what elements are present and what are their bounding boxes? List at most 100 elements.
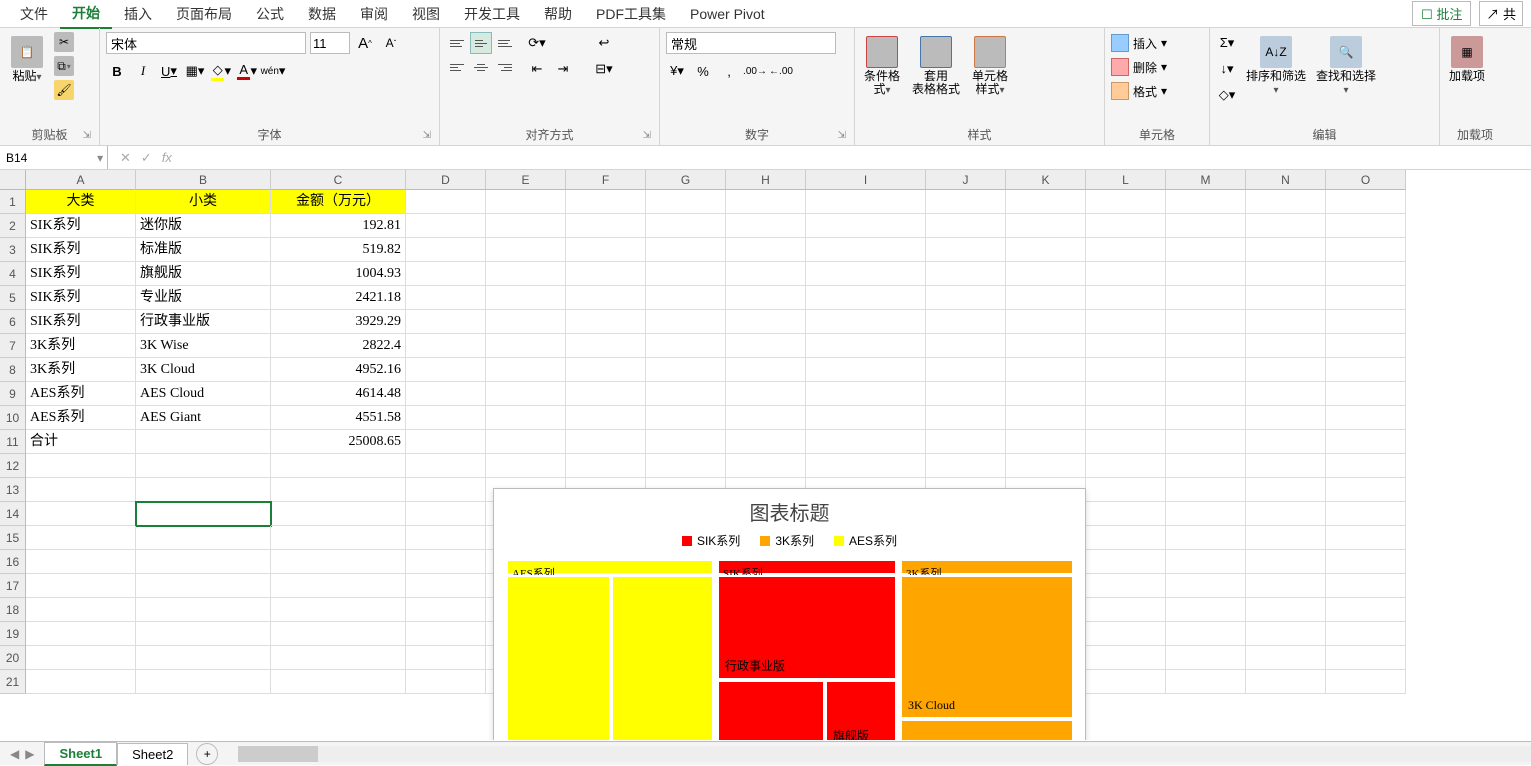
cell-O11[interactable] <box>1326 430 1406 454</box>
scrollbar-thumb[interactable] <box>238 746 318 762</box>
format-painter-button[interactable]: 🖌 <box>54 80 74 100</box>
cell-J1[interactable] <box>926 190 1006 214</box>
cell-L18[interactable] <box>1086 598 1166 622</box>
cell-N21[interactable] <box>1246 670 1326 694</box>
row-header-5[interactable]: 5 <box>0 286 26 310</box>
cell-N6[interactable] <box>1246 310 1326 334</box>
addins-button[interactable]: ▦加载项 <box>1446 32 1488 87</box>
sort-filter-button[interactable]: A↓Z排序和筛选 <box>1244 32 1308 100</box>
cell-B4[interactable]: 旗舰版 <box>136 262 271 286</box>
treemap-chart[interactable]: 图表标题 SIK系列 3K系列 AES系列 AES系列 AES Cloud AE… <box>493 488 1086 740</box>
col-header-L[interactable]: L <box>1086 170 1166 190</box>
cell-N20[interactable] <box>1246 646 1326 670</box>
cell-O5[interactable] <box>1326 286 1406 310</box>
cell-M19[interactable] <box>1166 622 1246 646</box>
cell-C9[interactable]: 4614.48 <box>271 382 406 406</box>
cell-C11[interactable]: 25008.65 <box>271 430 406 454</box>
cell-A18[interactable] <box>26 598 136 622</box>
cell-B12[interactable] <box>136 454 271 478</box>
cell-L2[interactable] <box>1086 214 1166 238</box>
cell-N1[interactable] <box>1246 190 1326 214</box>
cell-I9[interactable] <box>806 382 926 406</box>
cell-E3[interactable] <box>486 238 566 262</box>
underline-button[interactable]: U▾ <box>158 60 180 82</box>
cell-O13[interactable] <box>1326 478 1406 502</box>
col-header-H[interactable]: H <box>726 170 806 190</box>
sheet-nav-prev[interactable]: ◀ <box>10 747 19 761</box>
tab-insert[interactable]: 插入 <box>112 0 164 28</box>
cell-D20[interactable] <box>406 646 486 670</box>
cell-G11[interactable] <box>646 430 726 454</box>
increase-indent-button[interactable]: ⇥ <box>552 58 574 80</box>
cell-C15[interactable] <box>271 526 406 550</box>
cell-L12[interactable] <box>1086 454 1166 478</box>
cell-M15[interactable] <box>1166 526 1246 550</box>
cell-C4[interactable]: 1004.93 <box>271 262 406 286</box>
cell-O18[interactable] <box>1326 598 1406 622</box>
cell-M16[interactable] <box>1166 550 1246 574</box>
cell-I6[interactable] <box>806 310 926 334</box>
cell-I1[interactable] <box>806 190 926 214</box>
tab-pdf[interactable]: PDF工具集 <box>584 0 678 28</box>
cell-K8[interactable] <box>1006 358 1086 382</box>
cell-H8[interactable] <box>726 358 806 382</box>
align-launcher[interactable]: ⇲ <box>643 130 651 141</box>
cell-A6[interactable]: SIK系列 <box>26 310 136 334</box>
bold-button[interactable]: B <box>106 60 128 82</box>
cell-B15[interactable] <box>136 526 271 550</box>
cell-J8[interactable] <box>926 358 1006 382</box>
cell-E12[interactable] <box>486 454 566 478</box>
cell-C10[interactable]: 4551.58 <box>271 406 406 430</box>
cell-L15[interactable] <box>1086 526 1166 550</box>
row-header-14[interactable]: 14 <box>0 502 26 526</box>
cell-M20[interactable] <box>1166 646 1246 670</box>
row-header-7[interactable]: 7 <box>0 334 26 358</box>
cell-D14[interactable] <box>406 502 486 526</box>
orientation-button[interactable]: ⟳▾ <box>526 32 548 54</box>
cell-L3[interactable] <box>1086 238 1166 262</box>
cell-E5[interactable] <box>486 286 566 310</box>
cell-L20[interactable] <box>1086 646 1166 670</box>
sheet-tab-1[interactable]: Sheet1 <box>44 742 117 766</box>
cell-N16[interactable] <box>1246 550 1326 574</box>
merge-center-button[interactable]: ⊟▾ <box>590 58 618 80</box>
cell-J9[interactable] <box>926 382 1006 406</box>
cell-O19[interactable] <box>1326 622 1406 646</box>
cell-K9[interactable] <box>1006 382 1086 406</box>
wrap-text-button[interactable]: ↩ <box>590 32 618 54</box>
increase-decimal-button[interactable]: .00→ <box>744 60 766 82</box>
cell-M18[interactable] <box>1166 598 1246 622</box>
cell-C19[interactable] <box>271 622 406 646</box>
cell-C1[interactable]: 金额（万元） <box>271 190 406 214</box>
fill-color-button[interactable]: ◇▾ <box>210 60 232 82</box>
cell-A3[interactable]: SIK系列 <box>26 238 136 262</box>
cell-A15[interactable] <box>26 526 136 550</box>
cut-button[interactable]: ✂ <box>54 32 74 52</box>
tab-formula[interactable]: 公式 <box>244 0 296 28</box>
cell-F2[interactable] <box>566 214 646 238</box>
cell-A9[interactable]: AES系列 <box>26 382 136 406</box>
paste-button[interactable]: 📋 粘贴 <box>6 32 48 87</box>
cell-G5[interactable] <box>646 286 726 310</box>
cell-C6[interactable]: 3929.29 <box>271 310 406 334</box>
cell-C21[interactable] <box>271 670 406 694</box>
format-cells-button[interactable]: 格式 ▾ <box>1111 80 1167 102</box>
comma-button[interactable]: , <box>718 60 740 82</box>
cell-K6[interactable] <box>1006 310 1086 334</box>
font-launcher[interactable]: ⇲ <box>423 130 431 141</box>
cell-O9[interactable] <box>1326 382 1406 406</box>
cell-H10[interactable] <box>726 406 806 430</box>
sheet-tab-2[interactable]: Sheet2 <box>117 743 188 765</box>
cell-G1[interactable] <box>646 190 726 214</box>
cell-O14[interactable] <box>1326 502 1406 526</box>
cell-F1[interactable] <box>566 190 646 214</box>
cell-B18[interactable] <box>136 598 271 622</box>
format-as-table-button[interactable]: 套用 表格格式 <box>915 32 957 100</box>
add-sheet-button[interactable]: + <box>196 743 218 765</box>
cell-K12[interactable] <box>1006 454 1086 478</box>
number-launcher[interactable]: ⇲ <box>838 130 846 141</box>
cell-N19[interactable] <box>1246 622 1326 646</box>
tab-home[interactable]: 开始 <box>60 0 112 29</box>
cell-A13[interactable] <box>26 478 136 502</box>
cell-I10[interactable] <box>806 406 926 430</box>
